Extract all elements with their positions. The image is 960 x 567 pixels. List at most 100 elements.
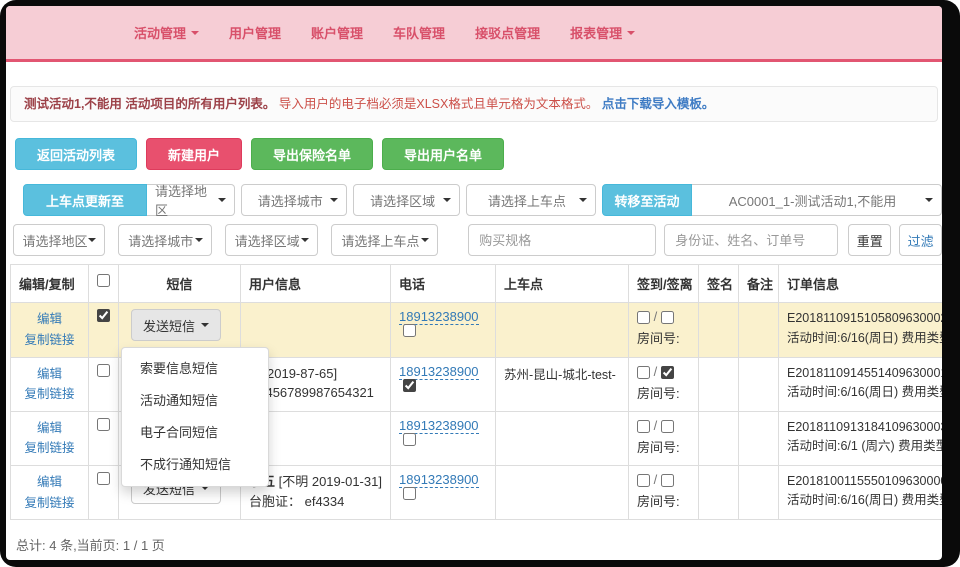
region-select-2[interactable]: 请选择地区 [13, 224, 105, 256]
action-toolbar: 返回活动列表 新建用户 导出保险名单 导出用户名单 [15, 138, 938, 170]
row-checkbox[interactable] [97, 472, 110, 485]
sms-cell: 发送短信 索要信息短信 活动通知短信 电子合同短信 不成行通知短信 [119, 303, 241, 357]
app-window: 活动管理 用户管理 账户管理 车队管理 接驳点管理 报表管理 测试活动1,不能用… [6, 6, 942, 560]
caret-down-icon [195, 238, 203, 242]
alert-banner: 测试活动1,不能用 活动项目的所有用户列表。 导入用户的电子档必须是XLSX格式… [10, 86, 938, 122]
order-number: E20181001155501096300003 [787, 472, 942, 491]
select-cell [89, 303, 119, 357]
nav-item-shuttle-point-mgmt[interactable]: 接驳点管理 [475, 23, 540, 42]
signature-cell [699, 303, 739, 357]
menu-item-activity-notice-sms[interactable]: 活动通知短信 [122, 385, 268, 417]
phone-link[interactable]: 18913238900 [399, 418, 479, 434]
target-activity-select[interactable]: AC0001_1-测试活动1,不能用 [692, 184, 942, 216]
col-header-sign: 签到/签离 [629, 265, 699, 303]
district-select[interactable]: 请选择区域 [353, 184, 459, 216]
col-header-edit-copy: 编辑/复制 [11, 265, 89, 303]
edit-link[interactable]: 编辑 [19, 309, 80, 330]
nav-item-report-mgmt[interactable]: 报表管理 [570, 23, 635, 42]
phone-link[interactable]: 18913238900 [399, 364, 479, 380]
city-select-2[interactable]: 请选择城市 [118, 224, 212, 256]
edit-link[interactable]: 编辑 [19, 364, 80, 385]
sign-out-checkbox[interactable] [661, 420, 674, 433]
sign-out-checkbox[interactable] [661, 311, 674, 324]
pickup-point-select[interactable]: 请选择上车点 [466, 184, 596, 216]
select-cell [89, 357, 119, 411]
caret-down-icon [191, 31, 199, 35]
col-header-sms: 短信 [119, 265, 241, 303]
caret-down-icon [627, 31, 635, 35]
export-users-button[interactable]: 导出用户名单 [382, 138, 504, 170]
order-info-cell: E20181001155501096300003 活动时间:6/16(周日) 费… [779, 466, 943, 520]
edit-copy-cell: 编辑 复制链接 [11, 411, 89, 465]
edit-link[interactable]: 编辑 [19, 472, 80, 493]
phone-cell: 18913238900 [391, 303, 496, 357]
select-all-checkbox[interactable] [97, 274, 110, 287]
sign-cell: / 房间号: [629, 411, 699, 465]
sms-dropdown-menu: 索要信息短信 活动通知短信 电子合同短信 不成行通知短信 [121, 347, 269, 487]
download-template-link[interactable]: 点击下载导入模板。 [602, 97, 715, 111]
update-pickup-button[interactable]: 上车点更新至 [23, 184, 147, 216]
caret-down-icon [218, 198, 226, 202]
search-input[interactable] [664, 224, 838, 256]
caret-down-icon [330, 198, 338, 202]
sign-in-checkbox[interactable] [637, 311, 650, 324]
copy-link[interactable]: 复制链接 [19, 330, 80, 351]
sign-in-checkbox[interactable] [637, 366, 650, 379]
district-select-2[interactable]: 请选择区域 [225, 224, 318, 256]
sign-in-checkbox[interactable] [637, 420, 650, 433]
caret-down-icon [88, 238, 96, 242]
city-select[interactable]: 请选择城市 [241, 184, 347, 216]
row-checkbox[interactable] [97, 309, 110, 322]
transfer-activity-group: 转移至活动 AC0001_1-测试活动1,不能用 [602, 184, 942, 216]
room-number-label: 房间号: [637, 437, 690, 456]
nav-item-fleet-mgmt[interactable]: 车队管理 [393, 23, 445, 42]
order-detail: 活动时间:6/16(周日) 费用类型: [787, 329, 942, 348]
phone-link[interactable]: 18913238900 [399, 309, 479, 325]
sign-out-checkbox[interactable] [661, 366, 674, 379]
sign-out-checkbox[interactable] [661, 474, 674, 487]
col-header-note: 备注 [739, 265, 779, 303]
screenshot-frame: 活动管理 用户管理 账户管理 车队管理 接驳点管理 报表管理 测试活动1,不能用… [0, 0, 960, 567]
phone-cell: 18913238900 [391, 411, 496, 465]
copy-link[interactable]: 复制链接 [19, 384, 80, 405]
new-user-button[interactable]: 新建用户 [146, 138, 242, 170]
phone-checkbox[interactable] [403, 324, 416, 337]
alert-warning-text: 导入用户的电子档必须是XLSX格式且单元格为文本格式。 [279, 97, 598, 111]
pickup-update-group: 上车点更新至 请选择地区 [23, 184, 235, 216]
phone-checkbox[interactable] [403, 433, 416, 446]
edit-link[interactable]: 编辑 [19, 418, 80, 439]
nav-item-account-mgmt[interactable]: 账户管理 [311, 23, 363, 42]
region-select[interactable]: 请选择地区 [147, 184, 235, 216]
purchase-spec-input[interactable] [468, 224, 656, 256]
pickup-cell [496, 303, 629, 357]
menu-item-request-info-sms[interactable]: 索要信息短信 [122, 353, 268, 385]
note-cell [739, 357, 779, 411]
back-to-activity-list-button[interactable]: 返回活动列表 [15, 138, 137, 170]
select-cell [89, 411, 119, 465]
reset-button[interactable]: 重置 [848, 224, 891, 256]
menu-item-cancel-notice-sms[interactable]: 不成行通知短信 [122, 449, 268, 481]
phone-link[interactable]: 18913238900 [399, 472, 479, 488]
caret-down-icon [443, 198, 451, 202]
copy-link[interactable]: 复制链接 [19, 493, 80, 514]
order-detail: 活动时间:6/16(周日) 费用类型: [787, 383, 942, 402]
row-checkbox[interactable] [97, 418, 110, 431]
nav-item-user-mgmt[interactable]: 用户管理 [229, 23, 281, 42]
phone-checkbox[interactable] [403, 379, 416, 392]
transfer-to-activity-button[interactable]: 转移至活动 [602, 184, 692, 216]
row-checkbox[interactable] [97, 364, 110, 377]
menu-item-e-contract-sms[interactable]: 电子合同短信 [122, 417, 268, 449]
pickup-cell: 苏州-昆山-城北-test- [496, 357, 629, 411]
order-info-cell: E20181109151058096300025 活动时间:6/16(周日) 费… [779, 303, 943, 357]
copy-link[interactable]: 复制链接 [19, 438, 80, 459]
send-sms-button[interactable]: 发送短信 [131, 309, 221, 341]
pickup-point-select-2[interactable]: 请选择上车点 [331, 224, 439, 256]
filter-button[interactable]: 过滤 [899, 224, 942, 256]
nav-item-activity-mgmt[interactable]: 活动管理 [134, 23, 199, 42]
caret-down-icon [301, 238, 309, 242]
phone-checkbox[interactable] [403, 487, 416, 500]
order-detail: 活动时间:6/16(周日) 费用类型: [787, 491, 942, 510]
filter-row-pickup-update: 上车点更新至 请选择地区 请选择城市 请选择区域 请选择上车点 转移至活动 AC… [23, 184, 942, 216]
sign-in-checkbox[interactable] [637, 474, 650, 487]
export-insurance-button[interactable]: 导出保险名单 [251, 138, 373, 170]
